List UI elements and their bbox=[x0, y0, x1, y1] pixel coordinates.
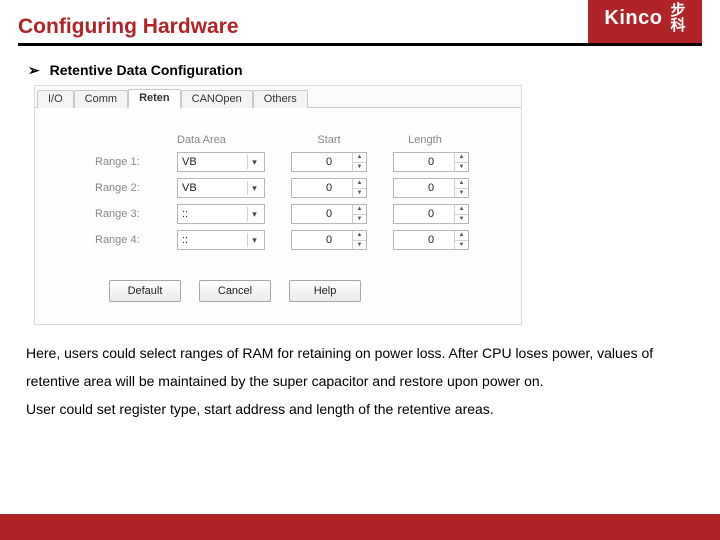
col-data-area: Data Area bbox=[177, 134, 281, 146]
column-headers: Data Area Start Length bbox=[177, 134, 503, 146]
tab-strip: I/O Comm Reten CANOpen Others bbox=[35, 86, 521, 108]
col-length: Length bbox=[377, 134, 473, 146]
length-spinner[interactable]: 0 ▲▼ bbox=[393, 152, 469, 172]
spin-up-icon[interactable]: ▲ bbox=[353, 205, 366, 215]
spin-down-icon[interactable]: ▼ bbox=[455, 189, 468, 198]
col-start: Start bbox=[281, 134, 377, 146]
length-spinner[interactable]: 0 ▲▼ bbox=[393, 178, 469, 198]
range-row-1: Range 1: VB ▾ 0 ▲▼ 0 ▲▼ bbox=[95, 152, 503, 172]
length-spinner[interactable]: 0 ▲▼ bbox=[393, 204, 469, 224]
footer-bar bbox=[0, 514, 720, 540]
row-label: Range 1: bbox=[95, 156, 177, 168]
spin-down-icon[interactable]: ▼ bbox=[455, 163, 468, 172]
spin-down-icon[interactable]: ▼ bbox=[353, 215, 366, 224]
data-area-select[interactable]: :: ▾ bbox=[177, 230, 265, 250]
chevron-down-icon: ▾ bbox=[247, 155, 261, 169]
data-area-select[interactable]: VB ▾ bbox=[177, 178, 265, 198]
spin-down-icon[interactable]: ▼ bbox=[455, 215, 468, 224]
spin-up-icon[interactable]: ▲ bbox=[353, 153, 366, 163]
row-label: Range 3: bbox=[95, 208, 177, 220]
section-bullet: ➢ Retentive Data Configuration bbox=[28, 62, 720, 79]
spin-down-icon[interactable]: ▼ bbox=[455, 241, 468, 250]
spin-down-icon[interactable]: ▼ bbox=[353, 163, 366, 172]
logo-text-cn: 步 科 bbox=[670, 3, 686, 33]
brand-logo: Kinco 步 科 bbox=[588, 0, 702, 43]
chevron-down-icon: ▾ bbox=[247, 181, 261, 195]
spin-up-icon[interactable]: ▲ bbox=[455, 231, 468, 241]
description-paragraph-1: Here, users could select ranges of RAM f… bbox=[26, 339, 694, 395]
logo-text-en: Kinco bbox=[604, 7, 662, 30]
tab-others[interactable]: Others bbox=[253, 90, 308, 108]
range-row-3: Range 3: :: ▾ 0 ▲▼ 0 ▲▼ bbox=[95, 204, 503, 224]
section-title: Retentive Data Configuration bbox=[50, 62, 243, 78]
description-paragraph-2: User could set register type, start addr… bbox=[26, 395, 694, 423]
default-button[interactable]: Default bbox=[109, 280, 181, 302]
spin-down-icon[interactable]: ▼ bbox=[353, 189, 366, 198]
range-row-2: Range 2: VB ▾ 0 ▲▼ 0 ▲▼ bbox=[95, 178, 503, 198]
spin-down-icon[interactable]: ▼ bbox=[353, 241, 366, 250]
spin-up-icon[interactable]: ▲ bbox=[455, 179, 468, 189]
start-spinner[interactable]: 0 ▲▼ bbox=[291, 230, 367, 250]
start-spinner[interactable]: 0 ▲▼ bbox=[291, 204, 367, 224]
spin-up-icon[interactable]: ▲ bbox=[455, 205, 468, 215]
data-area-select[interactable]: :: ▾ bbox=[177, 204, 265, 224]
start-spinner[interactable]: 0 ▲▼ bbox=[291, 152, 367, 172]
tab-canopen[interactable]: CANOpen bbox=[181, 90, 253, 108]
chevron-down-icon: ▾ bbox=[247, 207, 261, 221]
tab-reten[interactable]: Reten bbox=[128, 89, 181, 108]
page-title: Configuring Hardware bbox=[18, 15, 588, 43]
chevron-down-icon: ▾ bbox=[247, 233, 261, 247]
cancel-button[interactable]: Cancel bbox=[199, 280, 271, 302]
start-spinner[interactable]: 0 ▲▼ bbox=[291, 178, 367, 198]
tab-io[interactable]: I/O bbox=[37, 90, 74, 108]
data-area-select[interactable]: VB ▾ bbox=[177, 152, 265, 172]
spin-up-icon[interactable]: ▲ bbox=[353, 231, 366, 241]
arrow-bullet-icon: ➢ bbox=[28, 62, 40, 79]
spin-up-icon[interactable]: ▲ bbox=[353, 179, 366, 189]
range-row-4: Range 4: :: ▾ 0 ▲▼ 0 ▲▼ bbox=[95, 230, 503, 250]
help-button[interactable]: Help bbox=[289, 280, 361, 302]
tab-comm[interactable]: Comm bbox=[74, 90, 128, 108]
spin-up-icon[interactable]: ▲ bbox=[455, 153, 468, 163]
config-dialog: I/O Comm Reten CANOpen Others Data Area … bbox=[34, 85, 522, 325]
length-spinner[interactable]: 0 ▲▼ bbox=[393, 230, 469, 250]
row-label: Range 2: bbox=[95, 182, 177, 194]
row-label: Range 4: bbox=[95, 234, 177, 246]
